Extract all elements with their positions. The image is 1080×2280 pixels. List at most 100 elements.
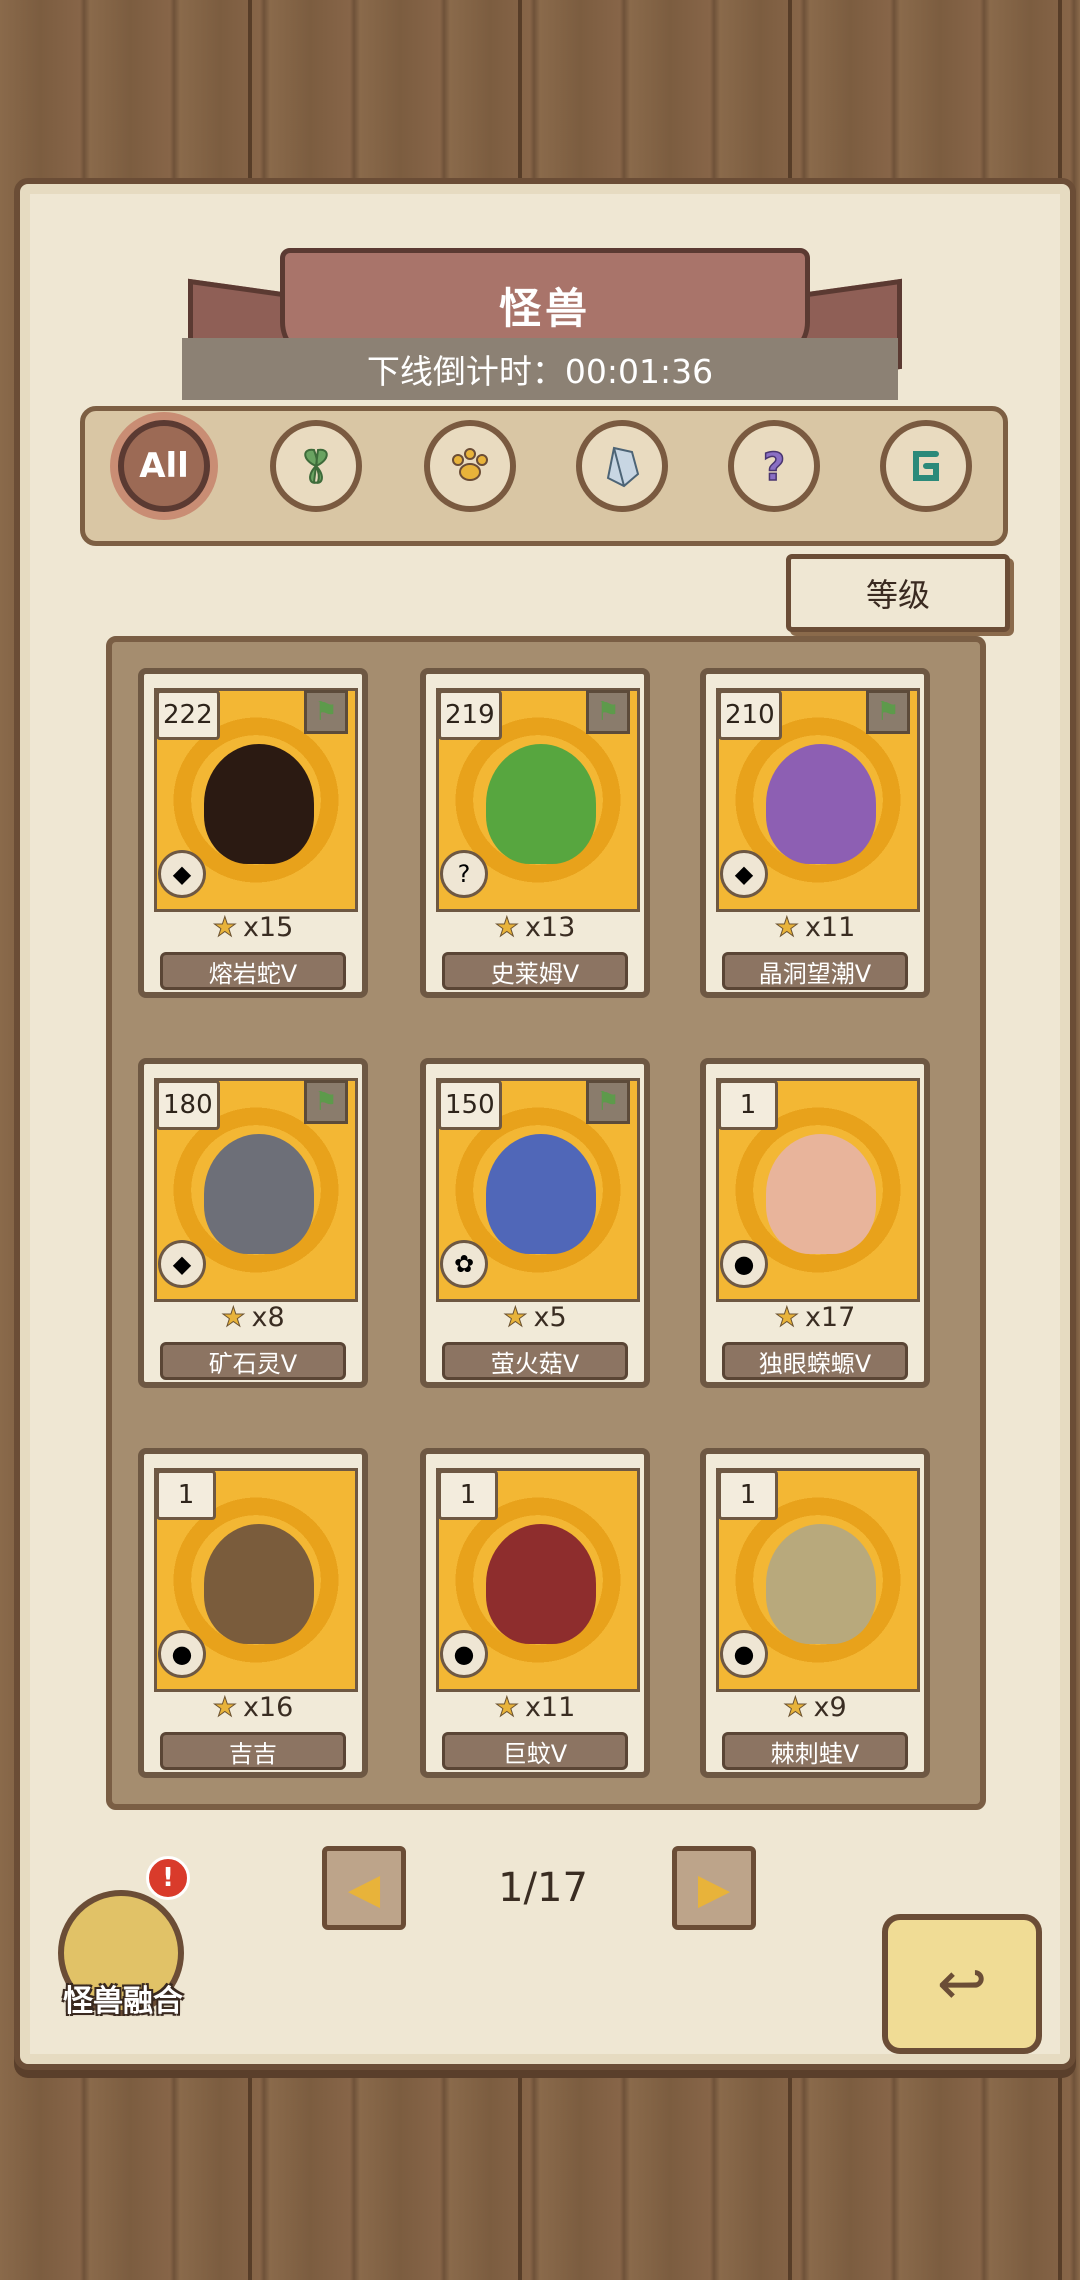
monster-portrait	[204, 1524, 314, 1644]
crystal-icon: ◆	[158, 850, 206, 898]
monster-name: 萤火菇V	[442, 1342, 628, 1380]
notification-badge: !	[146, 1856, 190, 1900]
star-icon: ★	[774, 1302, 799, 1334]
chevron-left-icon: ◀	[347, 1863, 381, 1913]
next-page-button[interactable]: ▶	[672, 1846, 756, 1930]
star-count-value: x15	[242, 912, 294, 943]
paw-icon: ●	[158, 1630, 206, 1678]
star-icon: ★	[503, 1302, 528, 1334]
star-count: ★ x8	[144, 1302, 362, 1334]
paw-icon	[452, 448, 488, 481]
filter-crystal-button[interactable]	[576, 420, 668, 512]
monster-fusion-label: 怪兽融合	[63, 1984, 183, 2019]
question-icon: ?	[440, 850, 488, 898]
filter-leaf-button[interactable]	[270, 420, 362, 512]
prev-page-button[interactable]: ◀	[322, 1846, 406, 1930]
filter-all-label: All	[139, 446, 189, 486]
leaf-icon	[304, 448, 328, 484]
monster-level: 1	[718, 1080, 778, 1130]
star-count-value: x9	[813, 1692, 847, 1723]
leaf-icon: ✿	[440, 1240, 488, 1288]
offline-countdown: 下线倒计时：00:01:36	[182, 338, 898, 400]
star-count: ★ x16	[144, 1692, 362, 1724]
monster-portrait	[766, 1524, 876, 1644]
paw-icon: ●	[720, 1630, 768, 1678]
flag-icon: ⚑	[586, 1080, 630, 1124]
monster-name: 巨蚊V	[442, 1732, 628, 1770]
monster-name: 晶洞望潮V	[722, 952, 908, 990]
filter-swirl-button[interactable]	[880, 420, 972, 512]
monster-portrait	[486, 1524, 596, 1644]
monster-name: 棘刺蛙V	[722, 1732, 908, 1770]
monster-name: 史莱姆V	[442, 952, 628, 990]
monster-portrait	[486, 1134, 596, 1254]
monster-card[interactable]: 1 ● ★ x9 棘刺蛙V	[700, 1448, 930, 1778]
monster-portrait	[204, 744, 314, 864]
star-icon: ★	[494, 912, 519, 944]
crystal-icon: ◆	[720, 850, 768, 898]
question-icon: ?	[762, 444, 786, 490]
monster-portrait	[766, 1134, 876, 1254]
star-count: ★ x11	[706, 912, 924, 944]
monster-name: 吉吉	[160, 1732, 346, 1770]
flag-icon: ⚑	[304, 1080, 348, 1124]
sort-level-button[interactable]: 等级	[786, 554, 1010, 632]
star-count: ★ x9	[706, 1692, 924, 1724]
star-count: ★ x13	[426, 912, 644, 944]
back-arrow-icon: ↩	[936, 1949, 988, 2019]
crystal-icon	[606, 446, 640, 488]
filter-paw-button[interactable]	[424, 420, 516, 512]
crystal-icon: ◆	[158, 1240, 206, 1288]
back-button[interactable]: ↩	[882, 1914, 1042, 2054]
star-count: ★ x11	[426, 1692, 644, 1724]
filter-all-button[interactable]: All	[118, 420, 210, 512]
monster-level: 150	[438, 1080, 502, 1130]
monster-card[interactable]: 1 ● ★ x17 独眼蝾螈V	[700, 1058, 930, 1388]
monster-card[interactable]: 219 ⚑ ? ★ x13 史莱姆V	[420, 668, 650, 998]
star-count-value: x13	[524, 912, 576, 943]
flag-icon: ⚑	[866, 690, 910, 734]
star-count-value: x16	[242, 1692, 294, 1723]
star-count: ★ x15	[144, 912, 362, 944]
star-count-value: x5	[533, 1302, 567, 1333]
monster-card[interactable]: 150 ⚑ ✿ ★ x5 萤火菇V	[420, 1058, 650, 1388]
star-icon: ★	[212, 1692, 237, 1724]
star-icon: ★	[221, 1302, 246, 1334]
monster-portrait	[204, 1134, 314, 1254]
monster-name: 矿石灵V	[160, 1342, 346, 1380]
filter-bar	[80, 406, 1008, 546]
star-count-value: x17	[804, 1302, 856, 1333]
star-count-value: x11	[524, 1692, 576, 1723]
star-icon: ★	[774, 912, 799, 944]
monster-level: 1	[156, 1470, 216, 1520]
star-icon: ★	[494, 1692, 519, 1724]
swirl-icon	[913, 451, 939, 481]
svg-text:?: ?	[763, 445, 785, 489]
paw-icon: ●	[440, 1630, 488, 1678]
monster-card[interactable]: 1 ● ★ x11 巨蚊V	[420, 1448, 650, 1778]
monster-name: 独眼蝾螈V	[722, 1342, 908, 1380]
monster-card[interactable]: 1 ● ★ x16 吉吉	[138, 1448, 368, 1778]
monster-card[interactable]: 210 ⚑ ◆ ★ x11 晶洞望潮V	[700, 668, 930, 998]
star-icon: ★	[783, 1692, 808, 1724]
filter-question-button[interactable]: ?	[728, 420, 820, 512]
flag-icon: ⚑	[304, 690, 348, 734]
monster-level: 210	[718, 690, 782, 740]
monster-card[interactable]: 222 ⚑ ◆ ★ x15 熔岩蛇V	[138, 668, 368, 998]
monster-portrait	[486, 744, 596, 864]
star-count-value: x8	[251, 1302, 285, 1333]
star-count: ★ x17	[706, 1302, 924, 1334]
paw-icon: ●	[720, 1240, 768, 1288]
monster-portrait	[766, 744, 876, 864]
chevron-right-icon: ▶	[697, 1863, 731, 1913]
monster-name: 熔岩蛇V	[160, 952, 346, 990]
monster-level: 1	[438, 1470, 498, 1520]
star-count-value: x11	[804, 912, 856, 943]
star-icon: ★	[212, 912, 237, 944]
monster-level: 222	[156, 690, 220, 740]
star-count: ★ x5	[426, 1302, 644, 1334]
flag-icon: ⚑	[586, 690, 630, 734]
monster-card[interactable]: 180 ⚑ ◆ ★ x8 矿石灵V	[138, 1058, 368, 1388]
page-indicator: 1/17	[498, 1865, 588, 1911]
monster-level: 180	[156, 1080, 220, 1130]
